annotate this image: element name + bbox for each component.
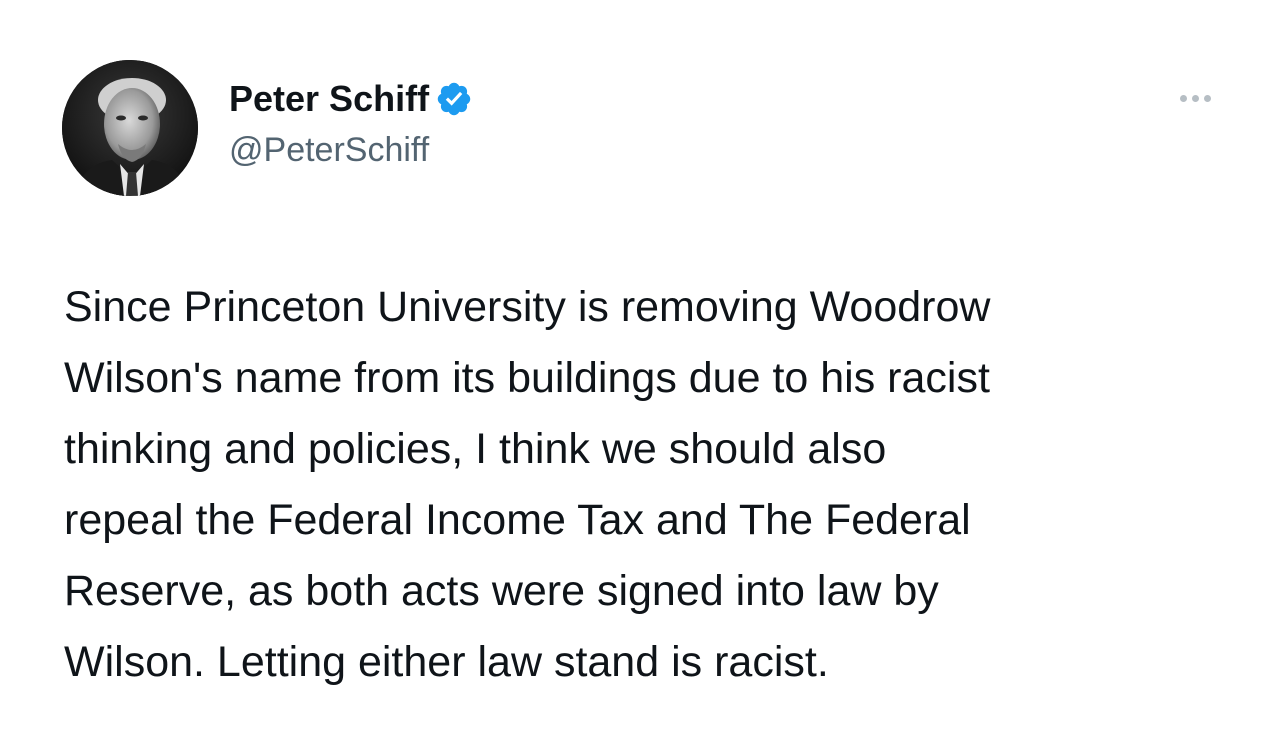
dot xyxy=(1203,94,1211,102)
tweet-text: Since Princeton University is removing W… xyxy=(64,272,1234,698)
username-handle[interactable]: @PeterSchiff xyxy=(229,128,429,172)
dot xyxy=(1191,94,1199,102)
tweet-text-line: Wilson's name from its buildings due to … xyxy=(64,354,990,402)
tweet-text-line: Since Princeton University is removing W… xyxy=(64,283,991,331)
more-options-icon[interactable] xyxy=(1168,84,1222,112)
dot xyxy=(1179,94,1187,102)
tweet-text-line: Reserve, as both acts were signed into l… xyxy=(64,567,939,615)
tweet-text-line: repeal the Federal Income Tax and The Fe… xyxy=(64,496,971,544)
profile-photo-icon xyxy=(62,60,198,196)
tweet-text-line: Wilson. Letting either law stand is raci… xyxy=(64,638,829,686)
tweet-text-line: thinking and policies, I think we should… xyxy=(64,425,887,473)
verified-badge-icon xyxy=(435,80,473,118)
tweet-card: Peter Schiff @PeterSchiff Since Princeto… xyxy=(0,0,1284,750)
author-name-row: Peter Schiff xyxy=(229,76,473,122)
avatar[interactable] xyxy=(62,60,198,196)
display-name[interactable]: Peter Schiff xyxy=(229,76,429,122)
